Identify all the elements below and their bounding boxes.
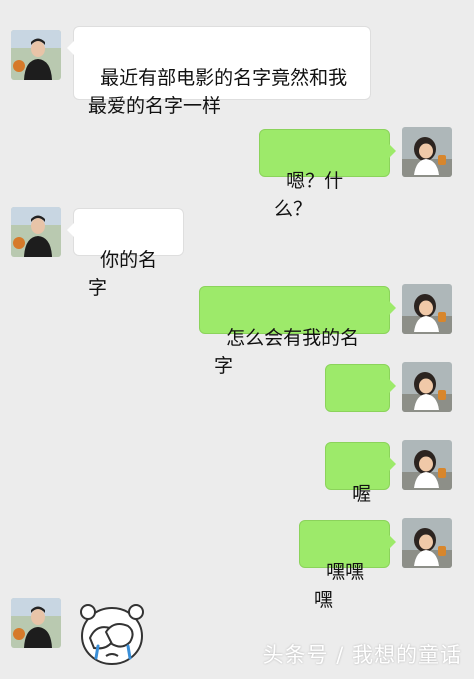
message-bubble-incoming: 最近有部电影的名字竟然和我 最爱的名字一样: [67, 26, 371, 117]
covering-face-sticker-icon: [80, 604, 144, 665]
message-bubble-outgoing: 怎么会有我的名字: [199, 286, 396, 377]
user-avatar[interactable]: [402, 362, 452, 412]
message-text: 嘿嘿嘿: [314, 561, 365, 611]
girl-avatar-icon: [402, 518, 452, 568]
girl-avatar-icon: [402, 127, 452, 177]
user-avatar[interactable]: [402, 284, 452, 334]
boy-avatar-icon: [11, 598, 61, 648]
user-avatar[interactable]: [402, 127, 452, 177]
message-text: 你的名字: [88, 249, 158, 299]
boy-avatar-icon: [11, 207, 61, 257]
message-bubble-outgoing: 嗯？什么？: [259, 129, 396, 220]
boy-avatar-icon: [11, 30, 61, 80]
contact-avatar[interactable]: [11, 30, 61, 80]
message-bubble-outgoing: ……: [325, 364, 396, 455]
message-text: 嗯？什么？: [274, 170, 344, 220]
contact-avatar[interactable]: [11, 598, 61, 648]
message-bubble-outgoing: 嘿嘿嘿: [299, 520, 396, 611]
contact-avatar[interactable]: [11, 207, 61, 257]
watermark-text: 头条号 / 我想的童话: [262, 643, 462, 667]
girl-avatar-icon: [402, 284, 452, 334]
message-text: 喔: [352, 483, 372, 505]
sticker-message[interactable]: [76, 598, 148, 670]
message-bubble-outgoing: 喔: [325, 442, 396, 505]
message-bubble-incoming: 你的名字: [67, 208, 184, 299]
message-text: 最近有部电影的名字竟然和我 最爱的名字一样: [88, 67, 348, 117]
user-avatar[interactable]: [402, 518, 452, 568]
user-avatar[interactable]: [402, 440, 452, 490]
girl-avatar-icon: [402, 362, 452, 412]
girl-avatar-icon: [402, 440, 452, 490]
